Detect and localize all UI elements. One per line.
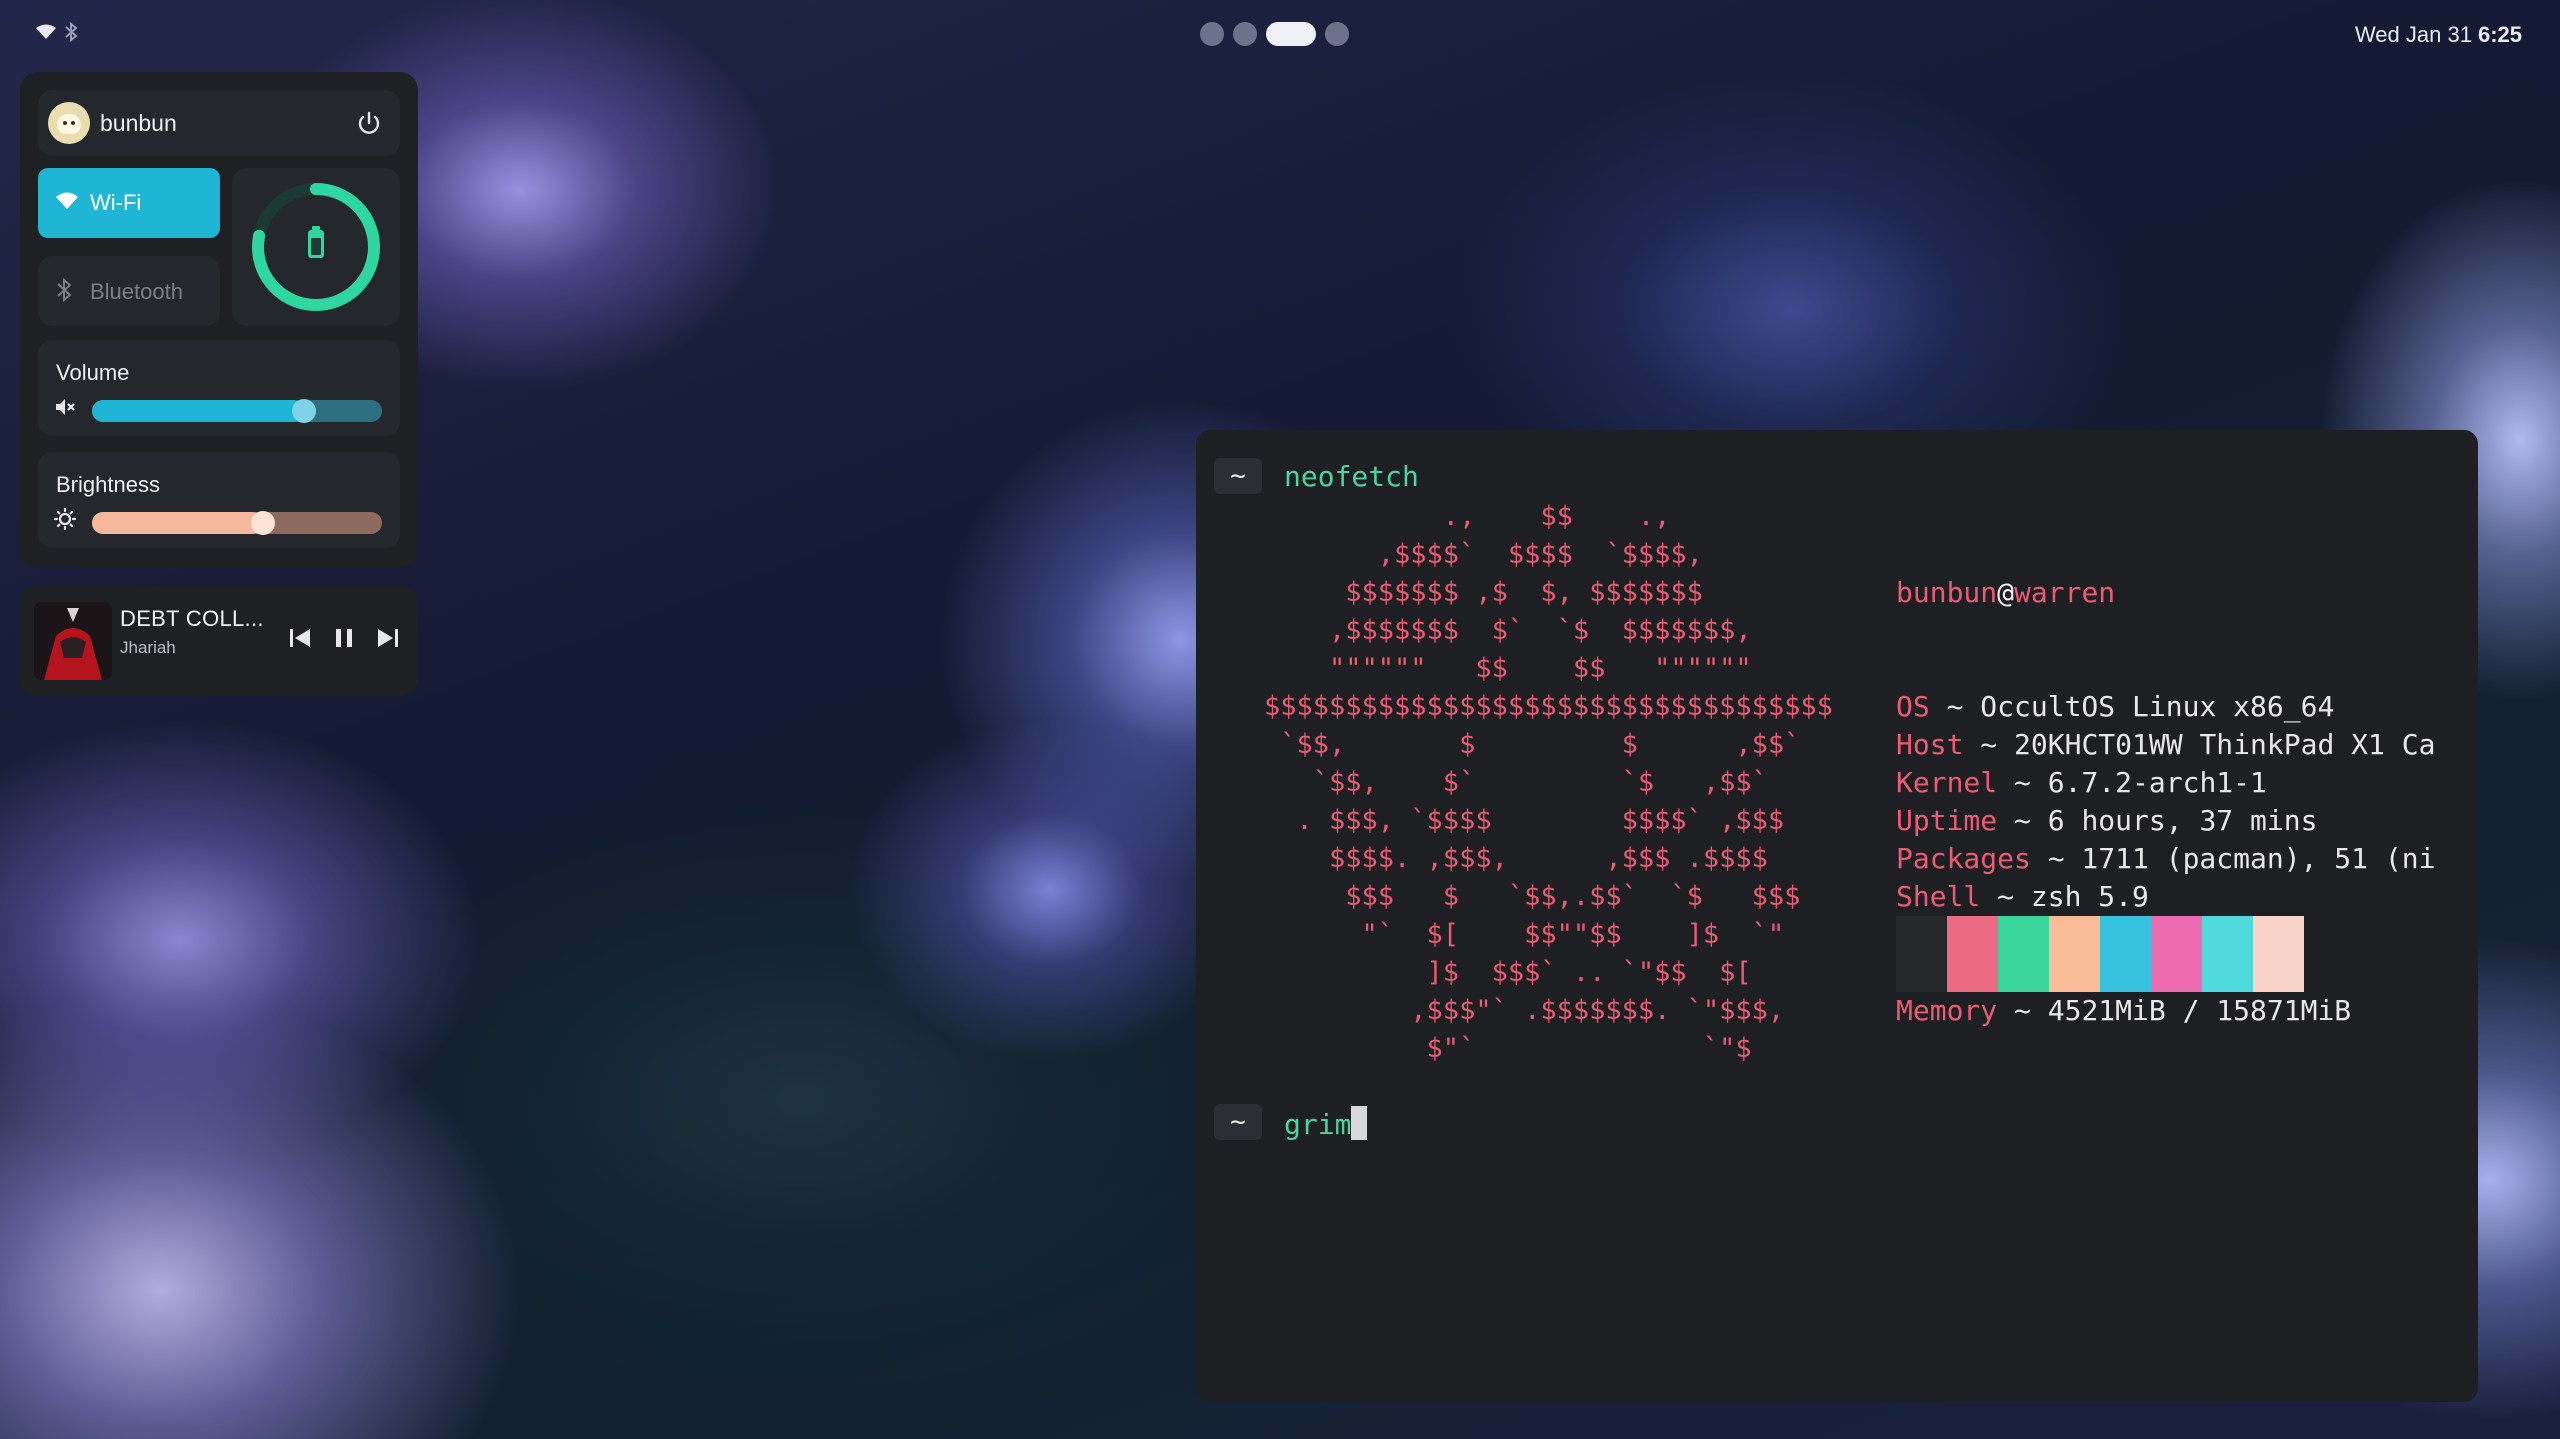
workspace-2[interactable] <box>1233 22 1257 46</box>
info-value: ~ 1711 (pacman), 51 (ni <box>2030 842 2436 875</box>
info-key: Packages <box>1896 842 2031 875</box>
info-key: Host <box>1896 728 1964 761</box>
info-row: Memory ~ 4521MiB / 15871MiB <box>1896 992 2435 1030</box>
palette-swatch <box>1947 916 1998 992</box>
info-row: OS ~ OccultOS Linux x86_64 <box>1896 688 2435 726</box>
brightness-slider[interactable] <box>92 511 382 535</box>
prompt-symbol-2: ~ <box>1214 1104 1262 1140</box>
previous-track-icon[interactable] <box>284 622 316 654</box>
wifi-toggle[interactable]: Wi-Fi <box>38 168 220 238</box>
info-host: warren <box>2014 576 2116 609</box>
volume-mute-icon[interactable] <box>54 396 76 418</box>
workspace-3[interactable] <box>1266 22 1316 46</box>
neofetch-info: bunbun@warren OS ~ OccultOS Linux x86_64… <box>1896 498 2435 1106</box>
color-palette <box>1896 916 2304 992</box>
brightness-slider-fill <box>92 512 263 534</box>
palette-swatch <box>2253 916 2304 992</box>
terminal-window[interactable]: ~ neofetch ., $$ ., ,$$$$` $$$$ `$$$$, $… <box>1196 430 2478 1402</box>
neofetch-ascii-art: ., $$ ., ,$$$$` $$$$ `$$$$, $$$$$$$ ,$ $… <box>1264 501 1833 1064</box>
palette-swatch <box>2202 916 2253 992</box>
text-cursor <box>1351 1106 1368 1140</box>
info-key: Shell <box>1896 880 1981 913</box>
power-icon[interactable] <box>354 108 384 138</box>
palette-swatch <box>1896 916 1947 992</box>
palette-swatch <box>1998 916 2049 992</box>
clock-date: Wed Jan 31 <box>2354 22 2472 47</box>
info-value: ~ OccultOS Linux x86_64 <box>1929 690 2335 723</box>
next-track-icon[interactable] <box>372 622 404 654</box>
wifi-label: Wi-Fi <box>90 190 142 215</box>
info-row: Kernel ~ 6.7.2-arch1-1 <box>1896 764 2435 802</box>
media-player: DEBT COLL... Jhariah <box>20 586 418 696</box>
info-row: Packages ~ 1711 (pacman), 51 (ni <box>1896 840 2435 878</box>
workspace-1[interactable] <box>1200 22 1224 46</box>
palette-swatch <box>2049 916 2100 992</box>
info-value: ~ 6.7.2-arch1-1 <box>1997 766 2267 799</box>
media-controls <box>284 622 404 654</box>
album-art <box>34 602 112 680</box>
command-grim: grim <box>1284 1108 1352 1141</box>
command-line[interactable]: grim <box>1284 1106 1368 1141</box>
prompt-symbol: ~ <box>1214 458 1262 494</box>
user-card: bunbun <box>38 90 400 156</box>
workspace-indicator <box>1200 22 1349 46</box>
palette-swatch <box>2151 916 2202 992</box>
info-value: ~ 20KHCT01WW ThinkPad X1 Ca <box>1963 728 2436 761</box>
brightness-label: Brightness <box>56 472 160 497</box>
battery-widget <box>232 168 400 326</box>
status-icons <box>36 22 78 42</box>
brightness-icon <box>54 508 76 530</box>
battery-ring <box>252 183 380 311</box>
workspace-4[interactable] <box>1325 22 1349 46</box>
info-value: ~ 4521MiB / 15871MiB <box>1997 994 2352 1027</box>
bluetooth-toggle[interactable]: Bluetooth <box>38 256 220 326</box>
bluetooth-icon <box>57 278 72 302</box>
track-artist: Jhariah <box>120 638 176 657</box>
quick-settings-panel: bunbun Wi-Fi Bluetooth Volume Brightness <box>20 72 418 568</box>
wifi-icon <box>56 192 78 209</box>
info-key: OS <box>1896 690 1930 723</box>
volume-slider-fill <box>92 400 304 422</box>
info-row: Uptime ~ 6 hours, 37 mins <box>1896 802 2435 840</box>
info-user: bunbun <box>1896 576 1998 609</box>
battery-icon <box>308 226 324 258</box>
info-key: Kernel <box>1896 766 1998 799</box>
volume-slider-handle[interactable] <box>292 399 316 423</box>
volume-slider[interactable] <box>92 399 382 423</box>
info-row: Shell ~ zsh 5.9 <box>1896 878 2435 916</box>
pause-icon[interactable] <box>328 622 360 654</box>
username: bunbun <box>100 110 177 136</box>
info-value: ~ 6 hours, 37 mins <box>1997 804 2318 837</box>
info-value: ~ zsh 5.9 <box>1980 880 2149 913</box>
track-title: DEBT COLL... <box>120 606 264 631</box>
palette-swatch <box>2100 916 2151 992</box>
info-key: Uptime <box>1896 804 1998 837</box>
top-bar: Wed Jan 31 6:25 <box>0 0 2560 70</box>
avatar <box>48 102 90 144</box>
volume-label: Volume <box>56 360 130 385</box>
brightness-slider-handle[interactable] <box>251 511 275 535</box>
volume-control: Volume <box>38 340 400 436</box>
wifi-icon[interactable] <box>36 24 56 40</box>
info-at: @ <box>1997 576 2015 609</box>
clock-time: 6:25 <box>2477 22 2522 47</box>
brightness-control: Brightness <box>38 452 400 548</box>
bluetooth-label: Bluetooth <box>90 279 183 304</box>
info-key: Memory <box>1896 994 1998 1027</box>
info-row: Host ~ 20KHCT01WW ThinkPad X1 Ca <box>1896 726 2435 764</box>
user-host-line: bunbun@warren <box>1896 574 2435 612</box>
clock[interactable]: Wed Jan 31 6:25 <box>2355 22 2522 48</box>
command-neofetch: neofetch <box>1284 460 1419 493</box>
bluetooth-icon[interactable] <box>64 22 78 42</box>
